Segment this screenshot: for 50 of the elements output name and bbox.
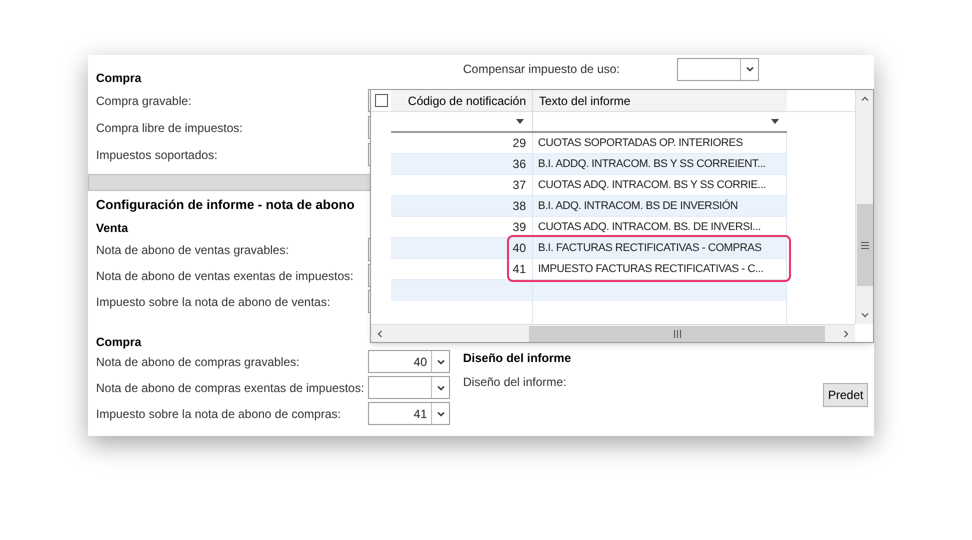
text-cell[interactable]: CUOTAS ADQ. INTRACOM. BS. DE INVERSI... xyxy=(533,217,787,237)
field-label: Compra libre de impuestos: xyxy=(96,120,244,136)
chevron-right-icon xyxy=(841,328,851,338)
dropdown-field[interactable]: 40 xyxy=(368,350,450,373)
field-label: Impuestos soportados: xyxy=(96,146,218,164)
dropdown-field[interactable] xyxy=(677,58,759,80)
code-cell[interactable]: 41 xyxy=(391,259,533,279)
scroll-thumb[interactable] xyxy=(529,326,825,342)
chevron-down-icon xyxy=(860,310,870,320)
field-label: Compra gravable: xyxy=(96,92,192,110)
text-cell[interactable]: B.I. ADQ. INTRACOM. BS DE INVERSIÓN xyxy=(533,196,787,216)
code-cell[interactable]: 40 xyxy=(391,238,533,258)
column-header[interactable]: Código de notificación xyxy=(391,90,533,111)
field-label: Impuesto sobre la nota de abono de compras: xyxy=(96,406,342,422)
column-header[interactable]: Texto del informe xyxy=(533,90,787,111)
dropdown-field[interactable]: 41 xyxy=(368,402,450,425)
caret-down-icon xyxy=(771,119,779,124)
code-cell[interactable]: 37 xyxy=(391,175,533,195)
text-cell[interactable]: CUOTAS SOPORTADAS OP. INTERIORES xyxy=(533,133,787,153)
text-cell[interactable]: IMPUESTO FACTURAS RECTIFICATIVAS - C... xyxy=(533,259,787,279)
code-cell[interactable]: 39 xyxy=(391,217,533,237)
grip-icon xyxy=(860,242,868,248)
section-heading: Compra xyxy=(96,70,142,87)
code-cell[interactable]: 29 xyxy=(391,133,533,153)
field-label: Nota de abono de compras gravables: xyxy=(96,354,300,370)
section-heading: Venta xyxy=(96,220,128,236)
vertical-scrollbar[interactable] xyxy=(855,90,873,324)
field-label: Compensar impuesto de uso: xyxy=(463,61,621,78)
field-label: Nota de abono de ventas gravables: xyxy=(96,242,290,258)
section-heading: Compra xyxy=(96,334,142,348)
code-cell[interactable]: 38 xyxy=(391,196,533,216)
chevron-left-icon xyxy=(375,328,385,338)
text-cell[interactable]: B.I. FACTURAS RECTIFICATIVAS - COMPRAS xyxy=(533,238,787,258)
field-label: Nota de abono de compras exentas de impuestos: xyxy=(96,380,366,396)
dropdown-field[interactable] xyxy=(368,376,450,399)
section-heading: Diseño del informe xyxy=(463,350,572,367)
code-cell[interactable]: 36 xyxy=(391,154,533,174)
grip-icon xyxy=(674,330,680,338)
select-all-checkbox[interactable] xyxy=(374,94,388,107)
chevron-down-icon xyxy=(744,64,754,74)
horizontal-scrollbar[interactable] xyxy=(371,324,855,342)
field-label: Diseño del informe: xyxy=(463,374,568,391)
caret-down-icon xyxy=(516,119,524,124)
default-button[interactable]: Predet xyxy=(823,383,868,407)
scroll-thumb[interactable] xyxy=(856,204,872,286)
field-label: Nota de abono de ventas exentas de impuestos: xyxy=(96,268,355,284)
text-cell[interactable]: CUOTAS ADQ. INTRACOM. BS Y SS CORRIE... xyxy=(533,175,787,195)
field-label: Impuesto sobre la nota de abono de ventas: xyxy=(96,294,332,310)
section-title: Configuración de informe - nota de abono xyxy=(96,196,356,214)
text-cell[interactable]: B.I. ADDQ. INTRACOM. BS Y SS CORREIENT... xyxy=(533,154,787,174)
